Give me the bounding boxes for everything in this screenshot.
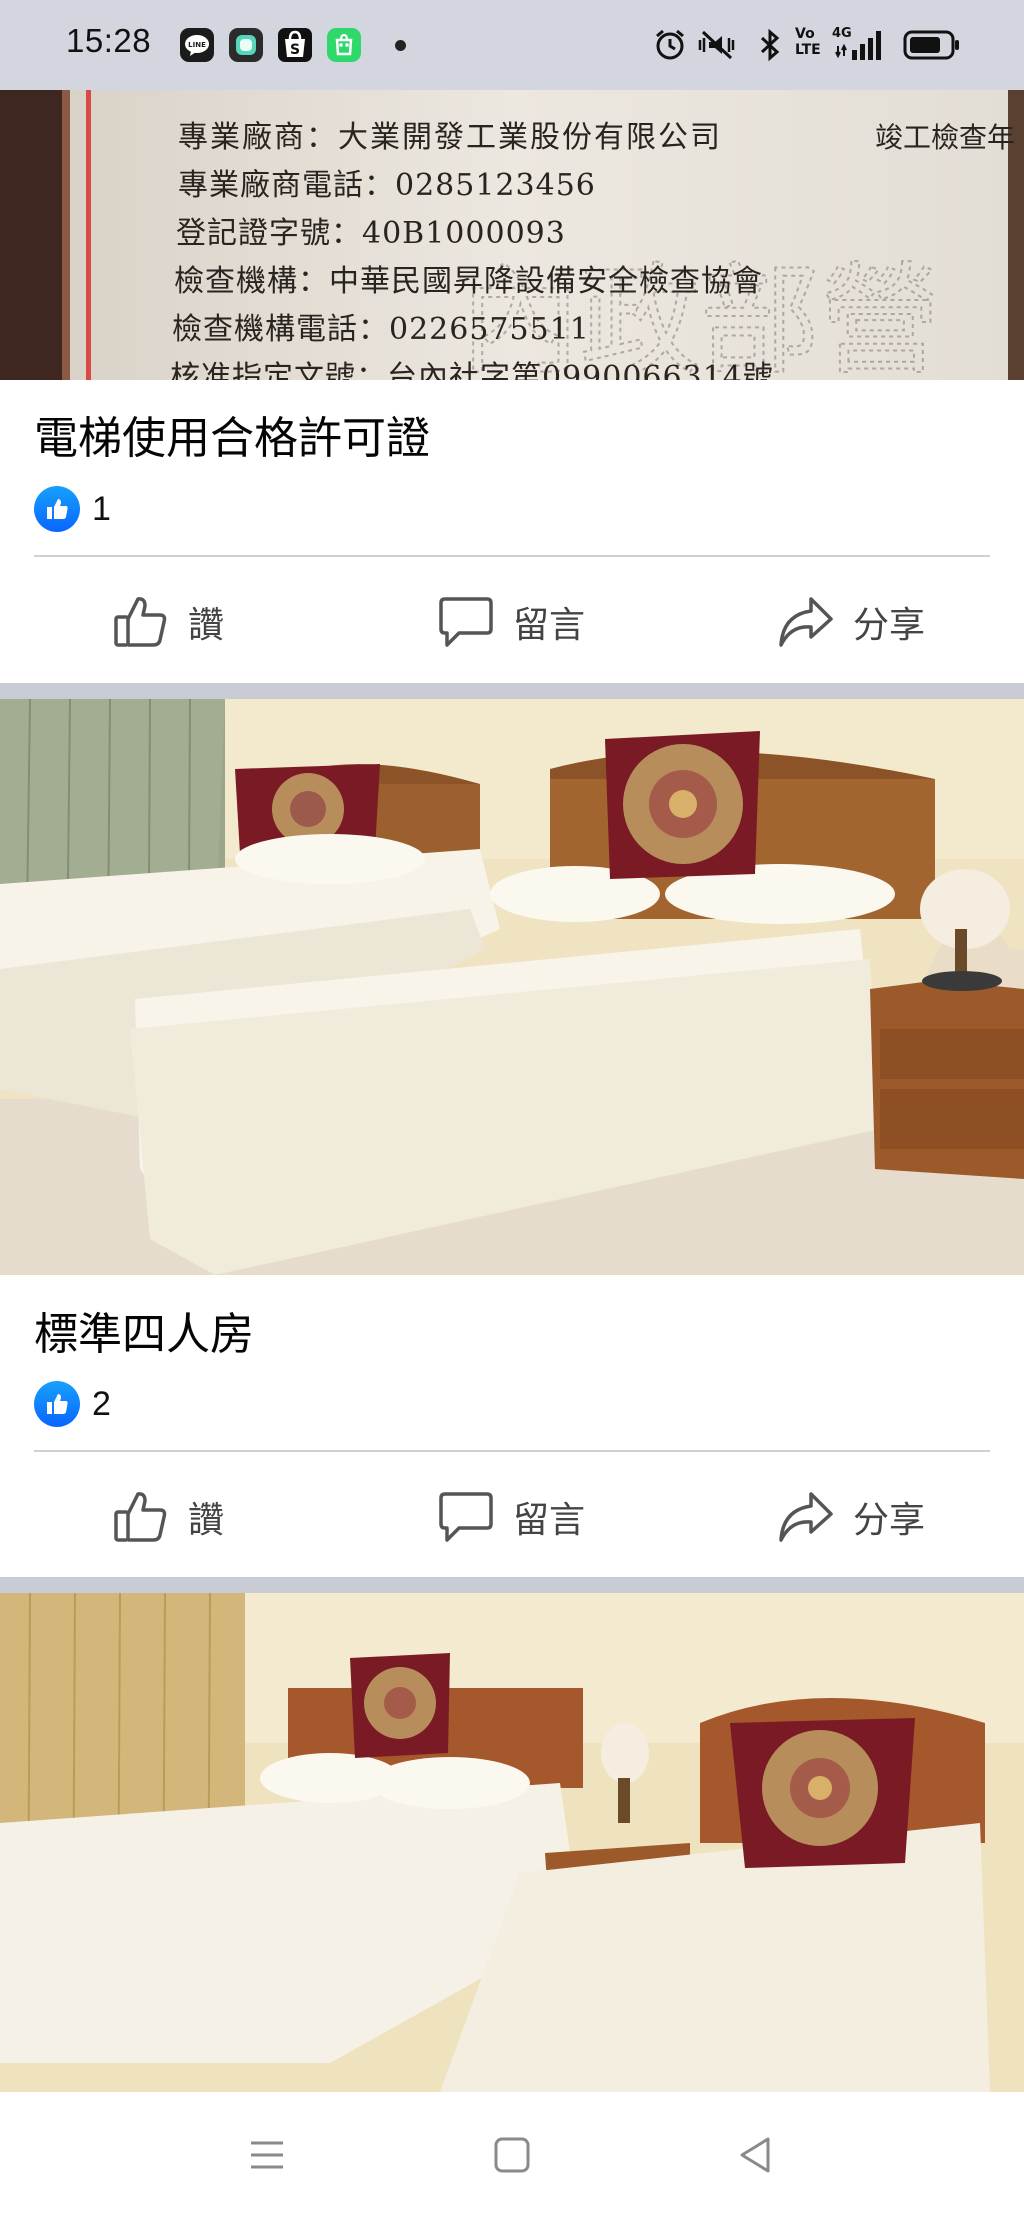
post-separator <box>0 683 1024 699</box>
thumbs-up-icon <box>114 597 167 647</box>
post-action-bar: 讚 留言 分享 <box>0 572 1024 672</box>
like-label: 讚 <box>188 605 225 646</box>
share-icon <box>779 1492 833 1542</box>
svg-text:LINE: LINE <box>188 41 206 49</box>
post-photo-certificate[interactable]: 內政部營 專業廠商：大業開發工業股份有限公司 竣工檢查年 專業廠商電話：0285… <box>0 90 1024 380</box>
status-time: 15:28 <box>66 22 152 59</box>
share-button[interactable]: 分享 <box>777 572 925 672</box>
shopee-icon: S <box>278 28 312 62</box>
menu-icon <box>251 2141 283 2169</box>
back-triangle-icon <box>740 2137 770 2173</box>
bluetooth-icon <box>757 28 783 66</box>
post-photo-four-person-room[interactable] <box>0 699 1024 1275</box>
divider <box>34 555 990 557</box>
like-button[interactable]: 讚 <box>112 1467 224 1567</box>
like-button[interactable]: 讚 <box>112 572 224 672</box>
comment-label: 留言 <box>513 1500 586 1541</box>
status-bar: 15:28 LINE S Vo LTE 4G <box>0 0 1024 90</box>
certificate-line: 檢查機構電話：0226575511 <box>172 312 590 347</box>
post-photo-room[interactable] <box>0 1593 1024 2092</box>
chat-app-icon <box>229 28 263 62</box>
like-reaction-icon <box>34 486 80 532</box>
certificate-line: 專業廠商：大業開發工業股份有限公司 <box>178 120 722 155</box>
back-button[interactable] <box>731 2130 781 2180</box>
post-title: 電梯使用合格許可證 <box>34 413 430 464</box>
store-app-icon <box>327 28 361 62</box>
mute-vibrate-icon <box>697 28 737 66</box>
certificate-line: 專業廠商電話：0285123456 <box>178 168 596 203</box>
reactions-summary[interactable]: 1 <box>34 486 111 532</box>
home-square-icon <box>494 2137 530 2173</box>
certificate-line: 竣工檢查年 <box>875 121 1016 154</box>
volte-icon: Vo LTE <box>795 26 821 58</box>
share-icon <box>779 597 833 647</box>
share-button[interactable]: 分享 <box>777 1467 925 1567</box>
comment-label: 留言 <box>513 605 586 646</box>
reaction-count: 1 <box>92 489 111 528</box>
share-label: 分享 <box>853 1500 926 1541</box>
divider <box>34 1450 990 1452</box>
like-label: 讚 <box>188 1500 225 1541</box>
post-card: 標準四人房 2 讚 留言 分享 <box>0 699 1024 1577</box>
share-label: 分享 <box>853 605 926 646</box>
post-separator <box>0 1577 1024 1593</box>
notification-dot <box>395 40 406 51</box>
post-card: 內政部營 專業廠商：大業開發工業股份有限公司 竣工檢查年 專業廠商電話：0285… <box>0 90 1024 683</box>
thumbs-up-icon <box>114 1492 167 1542</box>
post-title: 標準四人房 <box>34 1309 254 1360</box>
battery-icon <box>903 30 961 64</box>
comment-button[interactable]: 留言 <box>437 1467 585 1567</box>
system-navigation-bar <box>0 2092 1024 2218</box>
home-button[interactable] <box>487 2130 537 2180</box>
post-card <box>0 1593 1024 2092</box>
certificate-line: 核准指定文號：台內社字第0990066314號 <box>170 360 774 380</box>
alarm-icon <box>653 28 687 66</box>
4g-signal-icon: 4G <box>832 26 888 64</box>
certificate-line: 檢查機構：中華民國昇降設備安全檢查協會 <box>174 264 763 299</box>
svg-text:S: S <box>290 42 300 58</box>
reactions-summary[interactable]: 2 <box>34 1381 111 1427</box>
comment-icon <box>439 597 493 647</box>
line-icon: LINE <box>180 28 214 62</box>
menu-button[interactable] <box>242 2130 292 2180</box>
comment-icon <box>439 1492 493 1542</box>
certificate-line: 登記證字號：40B1000093 <box>176 216 566 251</box>
reaction-count: 2 <box>92 1384 111 1423</box>
post-action-bar: 讚 留言 分享 <box>0 1467 1024 1567</box>
like-reaction-icon <box>34 1381 80 1427</box>
comment-button[interactable]: 留言 <box>437 572 585 672</box>
